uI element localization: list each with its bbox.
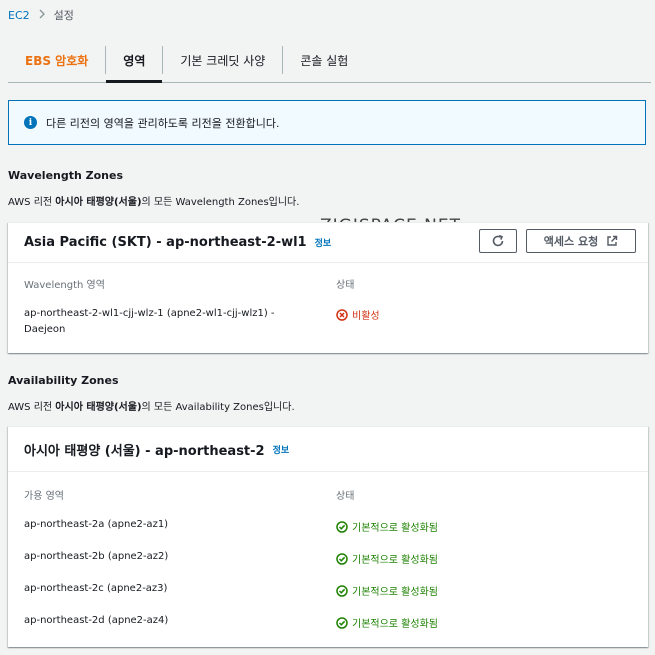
column-header-availability-zone: 가용 영역	[24, 491, 64, 502]
wavelength-zone-name: ap-northeast-2-wl1-cjj-wlz-1 (apne2-wl1-…	[24, 308, 275, 319]
tab-zones[interactable]: 영역	[105, 46, 163, 83]
availability-status-badge: 기본적으로 활성화됨	[336, 551, 438, 566]
desc-region: 아시아 태평양(서울)	[55, 402, 142, 413]
wavelength-section-desc: AWS 리전 아시아 태평양(서울)의 모든 Wavelength Zones입…	[8, 193, 299, 208]
availability-zone-name: ap-northeast-2b (apne2-az2)	[24, 551, 169, 562]
availability-section-desc: AWS 리전 아시아 태평양(서울)의 모든 Availability Zone…	[8, 398, 295, 413]
breadcrumb-ec2-link[interactable]: EC2	[8, 9, 30, 22]
availability-status-badge: 기본적으로 활성화됨	[336, 519, 438, 534]
info-alert: i 다른 리전의 영역을 관리하도록 리전을 전환합니다.	[8, 100, 646, 145]
availability-card-header: 아시아 태평양 (서울) - ap-northeast-2 정보	[8, 427, 648, 472]
tab-console-experiments[interactable]: 콘솔 실험	[282, 46, 365, 74]
column-header-status: 상태	[336, 491, 355, 502]
availability-card: 아시아 태평양 (서울) - ap-northeast-2 정보 가용 영역 상…	[8, 426, 648, 647]
wavelength-status-text: 비활성	[352, 311, 380, 322]
tab-ebs-encryption[interactable]: EBS 암호화	[8, 38, 105, 82]
column-header-status: 상태	[336, 280, 355, 291]
desc-suffix: 의 모든 Availability Zones입니다.	[141, 402, 295, 413]
chevron-right-icon	[38, 9, 46, 22]
wavelength-zone-row: ap-northeast-2-wl1-cjj-wlz-1 (apne2-wl1-…	[24, 306, 275, 338]
breadcrumb-current: 설정	[53, 9, 74, 22]
wavelength-card-title: Asia Pacific (SKT) - ap-northeast-2-wl1	[24, 235, 307, 250]
availability-zone-name: ap-northeast-2a (apne2-az1)	[24, 519, 169, 530]
wavelength-section-title: Wavelength Zones	[8, 169, 124, 182]
desc-prefix: AWS 리전	[8, 197, 56, 208]
availability-status-badge: 기본적으로 활성화됨	[336, 583, 438, 598]
desc-suffix: 의 모든 Wavelength Zones입니다.	[141, 197, 300, 208]
availability-info-link[interactable]: 정보	[273, 443, 290, 456]
info-icon: i	[24, 116, 37, 129]
column-header-wavelength-zone: Wavelength 영역	[24, 280, 105, 291]
request-access-label: 액세스 요청	[543, 235, 599, 248]
refresh-button[interactable]	[479, 229, 517, 253]
tab-default-credit[interactable]: 기본 크레딧 사양	[162, 46, 282, 74]
tab-bar: EBS 암호화 영역 기본 크레딧 사양 콘솔 실험	[8, 38, 651, 83]
availability-status-text: 기본적으로 활성화됨	[352, 523, 438, 534]
availability-status-text: 기본적으로 활성화됨	[352, 619, 438, 630]
availability-zone-name: ap-northeast-2d (apne2-az4)	[24, 615, 169, 626]
check-circle-icon	[336, 616, 348, 629]
error-circle-icon	[336, 308, 348, 321]
availability-status-text: 기본적으로 활성화됨	[352, 587, 438, 598]
availability-card-title: 아시아 태평양 (서울) - ap-northeast-2	[24, 443, 265, 459]
wavelength-status-badge: 비활성	[336, 307, 380, 322]
check-circle-icon	[336, 584, 348, 597]
check-circle-icon	[336, 552, 348, 565]
breadcrumb: EC2 설정	[8, 7, 74, 23]
desc-region: 아시아 태평양(서울)	[55, 197, 142, 208]
wavelength-zone-location: Daejeon	[24, 324, 66, 335]
availability-status-text: 기본적으로 활성화됨	[352, 555, 438, 566]
request-access-button[interactable]: 액세스 요청	[526, 229, 636, 253]
wavelength-card: Asia Pacific (SKT) - ap-northeast-2-wl1 …	[8, 222, 648, 353]
check-circle-icon	[336, 520, 348, 533]
alert-text: 다른 리전의 영역을 관리하도록 리전을 전환합니다.	[46, 116, 280, 130]
wavelength-card-header: Asia Pacific (SKT) - ap-northeast-2-wl1 …	[8, 223, 648, 263]
wavelength-info-link[interactable]: 정보	[315, 236, 332, 249]
availability-status-badge: 기본적으로 활성화됨	[336, 615, 438, 630]
desc-prefix: AWS 리전	[8, 402, 56, 413]
availability-section-title: Availability Zones	[8, 374, 119, 387]
refresh-icon	[492, 234, 504, 247]
external-link-icon	[607, 235, 618, 246]
availability-zone-name: ap-northeast-2c (apne2-az3)	[24, 583, 168, 594]
